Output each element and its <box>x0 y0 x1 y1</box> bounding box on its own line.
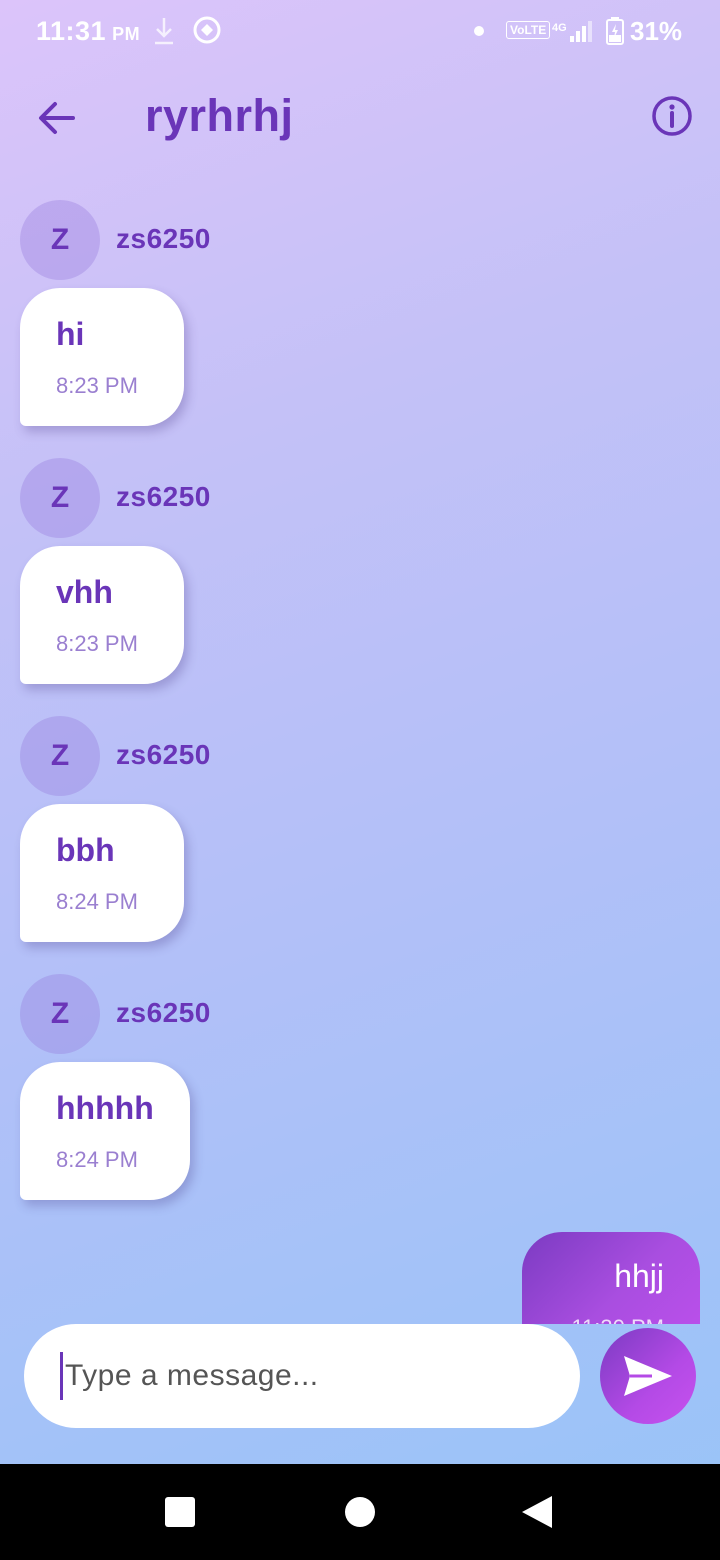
message-time: 8:24 PM <box>56 889 138 914</box>
message-text: hhjj <box>614 1258 664 1294</box>
battery-icon <box>606 17 624 45</box>
message-text: hhhhh <box>56 1090 154 1126</box>
status-time: 11:31 PM <box>36 16 141 46</box>
sync-icon <box>193 16 221 44</box>
message-bubble[interactable]: hi 8:23 PM <box>20 288 184 426</box>
download-icon <box>155 18 173 45</box>
signal-icon <box>570 21 592 42</box>
avatar[interactable]: Z <box>20 200 100 280</box>
message-text: bbh <box>56 832 115 868</box>
message-bubble[interactable]: hhhhh 8:24 PM <box>20 1062 190 1200</box>
sender-name: zs6250 <box>116 739 211 770</box>
info-button[interactable] <box>646 90 698 142</box>
send-icon <box>624 1356 672 1396</box>
sender-name: zs6250 <box>116 481 211 512</box>
back-button[interactable] <box>30 92 82 144</box>
volte-badge: VoLTE <box>506 21 551 39</box>
message-list[interactable]: Z zs6250 hi 8:23 PM Z zs6250 vhh 8:23 PM… <box>0 190 720 1324</box>
message-composer <box>24 1324 580 1428</box>
network-type: 4G <box>552 22 567 34</box>
chat-title: ryrhrhj <box>145 90 294 141</box>
notification-dot-icon <box>474 26 484 36</box>
sender-name: zs6250 <box>116 997 211 1028</box>
avatar[interactable]: Z <box>20 974 100 1054</box>
send-button[interactable] <box>600 1328 696 1424</box>
chat-header: ryrhrhj <box>0 72 720 162</box>
system-nav-bar <box>0 1464 720 1560</box>
home-button[interactable] <box>345 1497 375 1527</box>
message-input[interactable] <box>60 1352 540 1400</box>
nav-back-icon[interactable] <box>520 1494 554 1530</box>
status-bar: 11:31 PM VoLTE 4G 31% <box>0 0 720 64</box>
message-time: 8:23 PM <box>56 631 138 656</box>
message-bubble[interactable]: bbh 8:24 PM <box>20 804 184 942</box>
message-text: vhh <box>56 574 113 610</box>
avatar[interactable]: Z <box>20 458 100 538</box>
message-time: 8:24 PM <box>56 1147 138 1172</box>
outgoing-message-bubble[interactable]: hhjj 11:30 PM <box>522 1232 700 1324</box>
recents-button[interactable] <box>165 1497 195 1527</box>
sender-name: zs6250 <box>116 223 211 254</box>
message-time: 8:23 PM <box>56 373 138 398</box>
message-bubble[interactable]: vhh 8:23 PM <box>20 546 184 684</box>
message-time: 11:30 PM <box>558 1315 664 1324</box>
avatar[interactable]: Z <box>20 716 100 796</box>
arrow-left-icon <box>39 102 75 134</box>
info-icon <box>652 96 692 136</box>
message-text: hi <box>56 316 85 352</box>
battery-percent: 31% <box>630 16 683 46</box>
